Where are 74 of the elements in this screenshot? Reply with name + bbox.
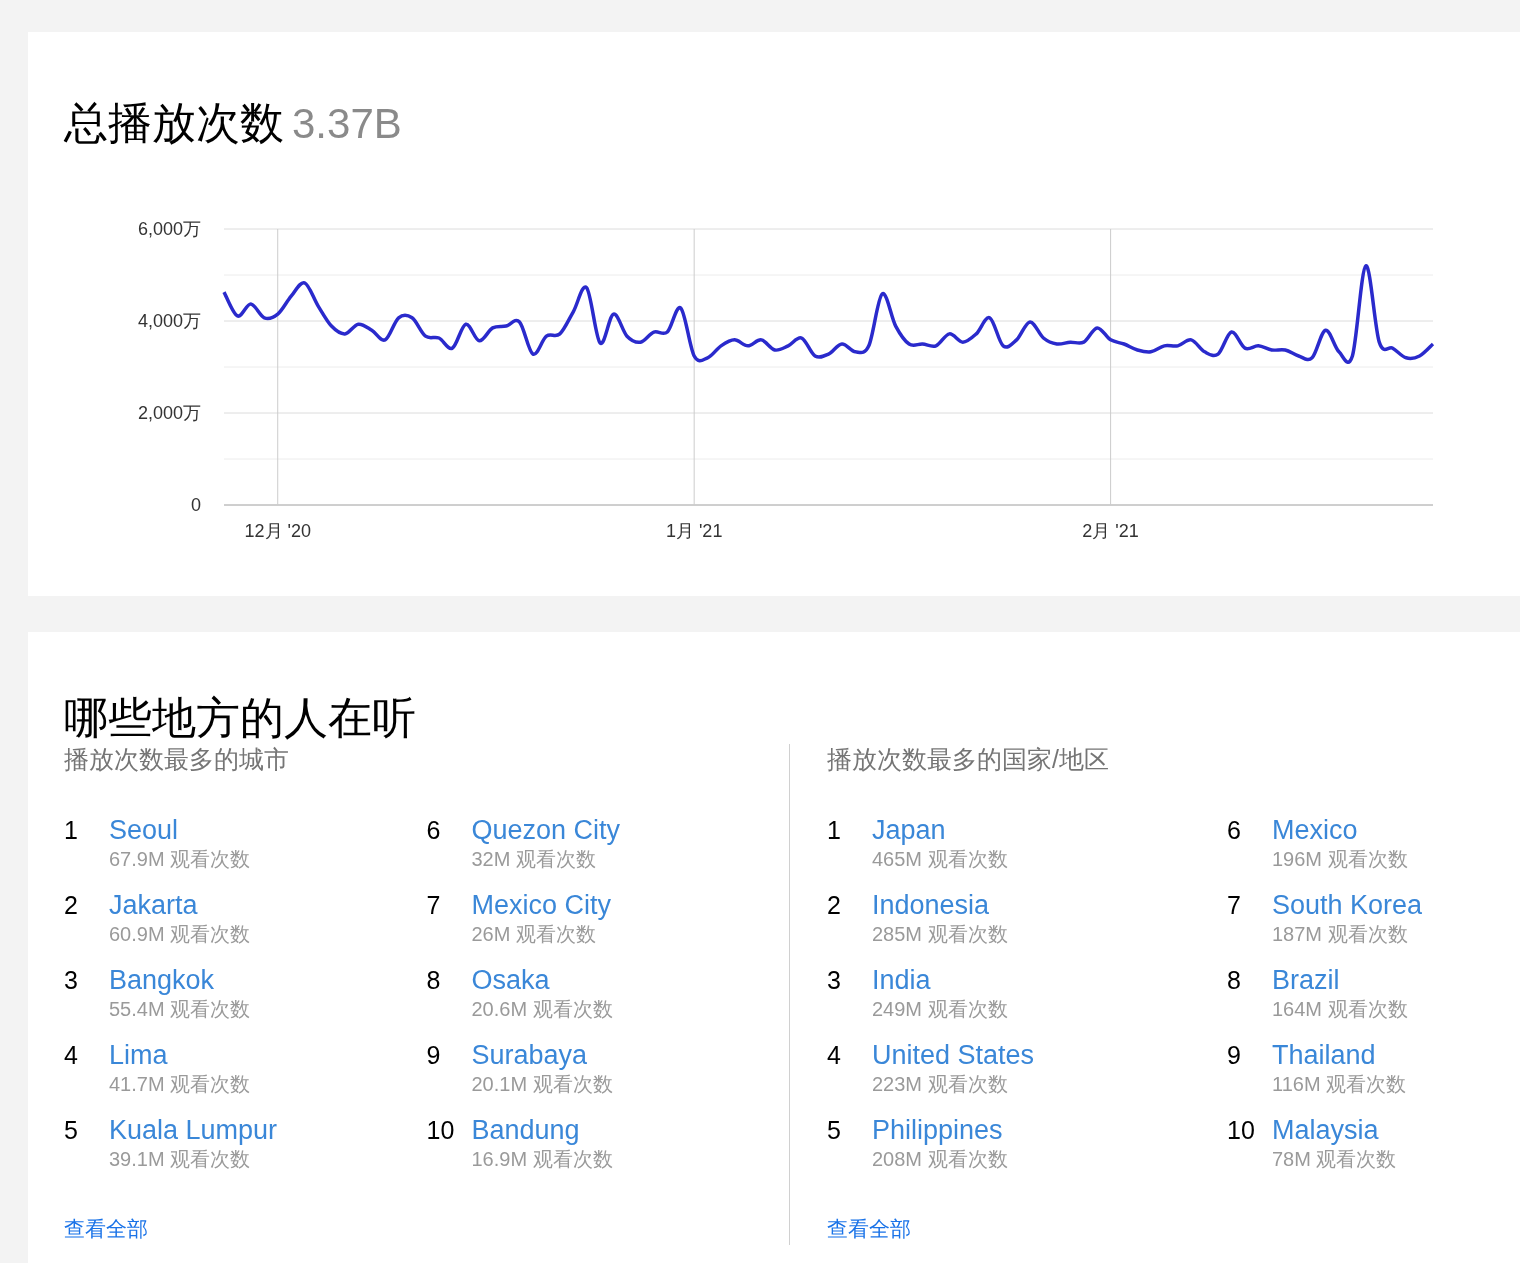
view-count: 26M 观看次数 xyxy=(471,922,597,947)
rank-number: 4 xyxy=(64,1040,79,1071)
place-link[interactable]: South Korea xyxy=(1272,890,1423,920)
place-link[interactable]: Seoul xyxy=(109,815,251,845)
section-title: 哪些地方的人在听 xyxy=(63,694,416,742)
place-link[interactable]: Japan xyxy=(872,815,1008,845)
view-count: 223M 观看次数 xyxy=(872,1072,1009,1097)
place-link[interactable]: Mexico City xyxy=(471,890,612,920)
y-axis-label: 0 xyxy=(191,495,201,515)
y-axis-label: 6,000万 xyxy=(137,219,201,239)
place-link[interactable]: Kuala Lumpur xyxy=(109,1115,278,1145)
place-link[interactable]: Philippines xyxy=(872,1115,1008,1145)
place-link[interactable]: Thailand xyxy=(1272,1040,1407,1070)
view-count: 67.9M 观看次数 xyxy=(109,847,251,872)
place-link[interactable]: Surabaya xyxy=(471,1040,613,1070)
x-axis-label: 2月 '21 xyxy=(1082,521,1139,541)
x-axis-label: 1月 '21 xyxy=(665,521,723,541)
view-count: 55.4M 观看次数 xyxy=(109,997,251,1022)
place-link[interactable]: Malaysia xyxy=(1272,1115,1397,1145)
view-count: 187M 观看次数 xyxy=(1272,922,1409,947)
view-count: 41.7M 观看次数 xyxy=(109,1072,251,1097)
view-count: 78M 观看次数 xyxy=(1272,1147,1397,1172)
rank-number: 1 xyxy=(827,815,842,846)
rank-number: 10 xyxy=(1227,1115,1256,1146)
rank-number: 6 xyxy=(426,815,442,846)
view-count: 196M 观看次数 xyxy=(1272,847,1408,872)
place-link[interactable]: India xyxy=(872,965,1008,995)
view-count: 465M 观看次数 xyxy=(872,847,1008,872)
rank-number: 10 xyxy=(426,1115,456,1146)
place-link[interactable]: Lima xyxy=(109,1040,251,1070)
view-all-link[interactable]: 查看全部 xyxy=(827,1213,911,1245)
rank-number: 8 xyxy=(426,965,442,996)
rank-number: 2 xyxy=(64,890,79,921)
place-link[interactable]: Bangkok xyxy=(109,965,251,995)
view-count: 20.6M 观看次数 xyxy=(471,997,613,1022)
rank-number: 7 xyxy=(426,890,442,921)
place-link[interactable]: Bandung xyxy=(471,1115,613,1145)
view-count: 285M 观看次数 xyxy=(872,922,1008,947)
rank-number: 6 xyxy=(1227,815,1242,846)
place-link[interactable]: Quezon City xyxy=(471,815,621,845)
place-link[interactable]: United States xyxy=(872,1040,1035,1070)
section-subtitle: 播放次数最多的国家/地区 xyxy=(827,744,1110,774)
view-count: 208M 观看次数 xyxy=(872,1147,1008,1172)
view-count: 16.9M 观看次数 xyxy=(471,1147,613,1172)
rank-number: 9 xyxy=(426,1040,442,1071)
section-title: 总播放次数 xyxy=(64,99,284,147)
place-link[interactable]: Brazil xyxy=(1272,965,1408,995)
place-link[interactable]: Osaka xyxy=(471,965,613,995)
view-count: 60.9M 观看次数 xyxy=(109,922,251,947)
rank-number: 8 xyxy=(1227,965,1242,996)
total-plays: 3.37B xyxy=(292,100,402,148)
rank-number: 1 xyxy=(64,815,79,846)
place-link[interactable]: Mexico xyxy=(1272,815,1408,845)
rank-number: 4 xyxy=(827,1040,842,1071)
view-count: 249M 观看次数 xyxy=(872,997,1008,1022)
x-axis-label: 12月 '20 xyxy=(244,521,311,541)
view-count: 116M 观看次数 xyxy=(1272,1072,1407,1097)
place-link[interactable]: Jakarta xyxy=(109,890,251,920)
rank-number: 9 xyxy=(1227,1040,1242,1071)
view-count: 20.1M 观看次数 xyxy=(471,1072,613,1097)
view-count: 32M 观看次数 xyxy=(471,847,597,872)
rank-number: 7 xyxy=(1227,890,1242,921)
y-axis-label: 2,000万 xyxy=(137,403,201,423)
rank-number: 5 xyxy=(64,1115,79,1146)
view-all-link[interactable]: 查看全部 xyxy=(64,1213,148,1245)
view-count: 164M 观看次数 xyxy=(1272,997,1408,1022)
view-count: 39.1M 观看次数 xyxy=(109,1147,252,1172)
y-axis-label: 4,000万 xyxy=(137,311,201,331)
section-subtitle: 播放次数最多的城市 xyxy=(64,744,290,774)
rank-number: 3 xyxy=(64,965,79,996)
rank-number: 2 xyxy=(827,890,842,921)
rank-number: 5 xyxy=(827,1115,842,1146)
place-link[interactable]: Indonesia xyxy=(872,890,1008,920)
rank-number: 3 xyxy=(827,965,842,996)
